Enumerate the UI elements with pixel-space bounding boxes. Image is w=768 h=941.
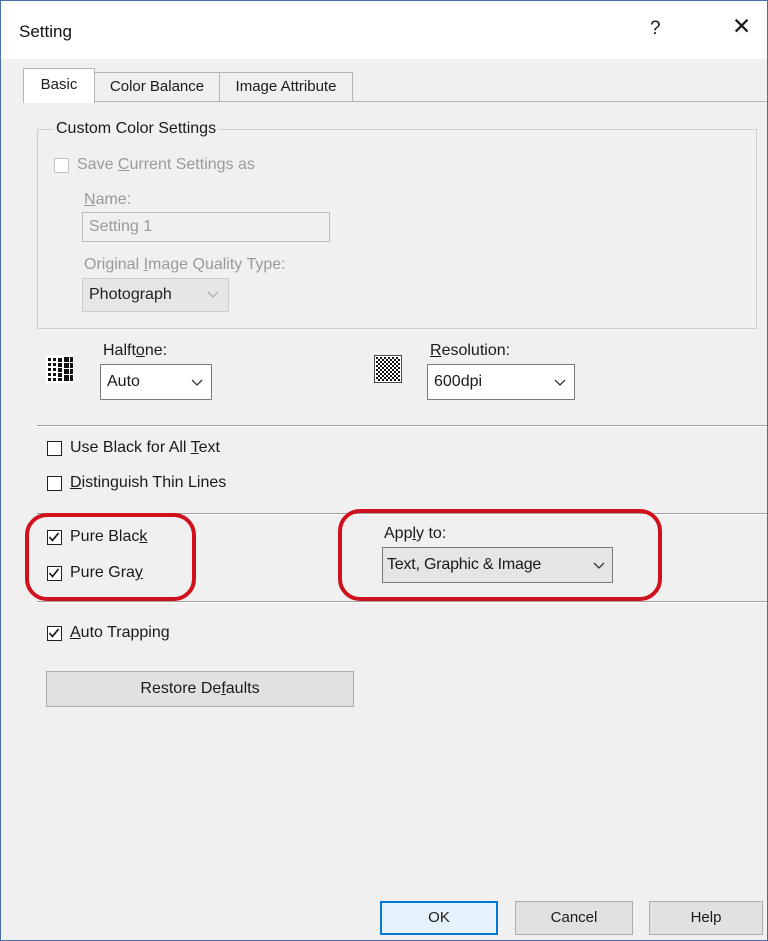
tab-basic[interactable]: Basic <box>23 68 95 103</box>
close-icon[interactable]: ✕ <box>732 15 751 38</box>
tab-image-attribute[interactable]: Image Attribute <box>219 72 353 102</box>
use-black-label: Use Black for All Text <box>70 439 220 456</box>
restore-defaults-button[interactable]: Restore Defaults <box>46 671 354 707</box>
name-field[interactable]: Setting 1 <box>82 212 330 242</box>
separator-highlight <box>37 602 767 603</box>
window-title: Setting <box>19 22 72 41</box>
resolution-pattern-icon <box>374 355 402 383</box>
distinguish-thin-lines-checkbox[interactable] <box>47 476 62 491</box>
help-button[interactable]: Help <box>649 901 763 935</box>
auto-trapping-label: Auto Trapping <box>70 624 170 641</box>
resolution-value: 600dpi <box>434 373 483 390</box>
image-quality-type-label: Original Image Quality Type: <box>84 256 286 273</box>
use-black-checkbox[interactable] <box>47 441 62 456</box>
image-quality-type-value: Photograph <box>89 286 172 303</box>
chevron-down-icon <box>554 379 566 386</box>
halftone-select[interactable]: Auto <box>100 364 212 400</box>
title-bar: Setting ? ✕ <box>1 1 767 59</box>
help-icon[interactable]: ? <box>650 18 661 40</box>
image-quality-type-select[interactable]: Photograph <box>82 278 229 312</box>
distinguish-thin-lines-label: Distinguish Thin Lines <box>70 474 227 491</box>
cancel-button[interactable]: Cancel <box>515 901 633 935</box>
chevron-down-icon <box>191 379 203 386</box>
resolution-label: Resolution: <box>430 342 511 359</box>
setting-dialog: Setting ? ✕ Basic Color Balance Image At… <box>0 0 768 941</box>
name-label: Name: <box>84 191 132 208</box>
custom-color-group-label: Custom Color Settings <box>53 120 220 138</box>
halftone-value: Auto <box>107 373 140 390</box>
chevron-down-icon <box>207 291 219 298</box>
ok-button[interactable]: OK <box>380 901 498 935</box>
auto-trapping-checkbox[interactable] <box>47 626 62 641</box>
halftone-pattern-icon <box>46 355 74 383</box>
halftone-label: Halftone: <box>103 342 168 359</box>
highlight-box-apply-to <box>338 509 662 601</box>
highlight-box-pure-options <box>25 513 196 601</box>
separator-highlight <box>37 426 767 427</box>
tab-color-balance[interactable]: Color Balance <box>94 72 220 102</box>
save-current-settings-label: Save Current Settings as <box>77 156 255 173</box>
checkmark-icon <box>48 628 60 638</box>
save-current-settings-checkbox[interactable] <box>54 158 69 173</box>
resolution-select[interactable]: 600dpi <box>427 364 575 400</box>
